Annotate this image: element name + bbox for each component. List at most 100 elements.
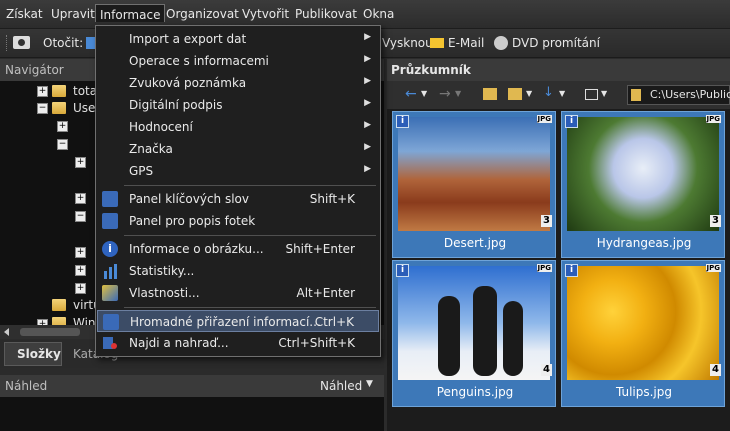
description-icon — [102, 213, 118, 229]
menu-item-import-export[interactable]: Import a export dat ▶ — [97, 28, 379, 50]
toolbar-grip — [6, 35, 9, 51]
back-dropdown-icon[interactable]: ▼ — [421, 89, 427, 98]
info-icon: i — [565, 264, 578, 277]
path-field[interactable]: C:\Users\Public\P — [627, 85, 730, 105]
submenu-arrow-icon: ▶ — [364, 142, 371, 152]
thumbnail-name: Desert.jpg — [443, 236, 507, 250]
menu-vytvorit[interactable]: Vytvořit — [242, 7, 289, 21]
tulips-image — [567, 266, 719, 380]
thumbnail-name: Penguins.jpg — [436, 385, 514, 399]
keywords-icon — [102, 191, 118, 207]
explorer-header: Průzkumník — [387, 59, 730, 81]
submenu-arrow-icon: ▶ — [364, 98, 371, 108]
thumbnail-grid: i JPG 3 Desert.jpg i JPG 3 Hydrangeas.jp… — [387, 109, 730, 431]
collapse-icon[interactable]: − — [75, 211, 86, 222]
folder-icon — [631, 89, 641, 101]
menu-item-batch-assign[interactable]: Hromadné přiřazení informací... Ctrl+K — [97, 310, 379, 332]
favorites-dropdown-icon[interactable]: ▼ — [526, 89, 532, 98]
back-arrow-icon[interactable]: ← — [405, 86, 417, 102]
thumbnail-name: Tulips.jpg — [615, 385, 673, 399]
submenu-arrow-icon: ▶ — [364, 54, 371, 64]
forward-dropdown-icon[interactable]: ▼ — [455, 89, 461, 98]
thumbnail-hydrangeas[interactable]: i JPG 3 Hydrangeas.jpg — [561, 111, 725, 258]
explorer-title: Průzkumník — [391, 63, 471, 77]
expand-icon[interactable]: + — [75, 283, 86, 294]
thumbnail-desert[interactable]: i JPG 3 Desert.jpg — [392, 111, 556, 258]
menu-okna[interactable]: Okna — [363, 7, 394, 21]
menu-organizovat[interactable]: Organizovat — [166, 7, 239, 21]
batch-info-icon — [103, 314, 119, 330]
collapse-icon[interactable]: − — [37, 103, 48, 114]
submenu-arrow-icon: ▶ — [364, 120, 371, 130]
menu-item-statistics[interactable]: Statistiky... — [97, 260, 379, 282]
jpg-badge: JPG — [705, 264, 721, 272]
menu-upravit[interactable]: Upravit — [51, 7, 95, 21]
menu-item-hodnoceni[interactable]: Hodnocení ▶ — [97, 116, 379, 138]
info-icon: i — [102, 241, 118, 257]
count-badge: 3 — [710, 215, 721, 227]
menu-publikovat[interactable]: Publikovat — [295, 7, 357, 21]
favorite-folder-icon[interactable] — [508, 88, 522, 100]
penguins-image — [398, 266, 550, 380]
email-button[interactable]: E-Mail — [448, 36, 484, 50]
explorer-toolbar: ← ▼ → ▼ ▼ ↓ ▼ ▼ C:\Users\Public\P — [387, 81, 730, 109]
menu-separator — [124, 185, 376, 186]
menu-item-podpis[interactable]: Digitální podpis ▶ — [97, 94, 379, 116]
menu-item-operace[interactable]: Operace s informacemi ▶ — [97, 50, 379, 72]
desert-image — [398, 117, 550, 231]
preview-title: Náhled — [5, 379, 48, 393]
preview-pane — [0, 397, 384, 431]
menu-item-properties[interactable]: Vlastnosti... Alt+Enter — [97, 282, 379, 304]
forward-arrow-icon[interactable]: → — [439, 86, 451, 102]
camera-icon[interactable] — [13, 36, 30, 49]
tab-slozky[interactable]: Složky — [4, 342, 62, 366]
scroll-left-icon[interactable] — [4, 328, 9, 336]
navigator-title: Navigátor — [5, 63, 64, 77]
collapse-icon[interactable]: − — [57, 139, 68, 150]
hydrangeas-image — [567, 117, 719, 231]
expand-icon[interactable]: + — [57, 121, 68, 132]
thumbnail-tulips[interactable]: i JPG 4 Tulips.jpg — [561, 260, 725, 407]
menu-separator — [124, 235, 376, 236]
scroll-thumb[interactable] — [20, 328, 80, 336]
count-badge: 4 — [541, 364, 552, 376]
informace-menu: Import a export dat ▶ Operace s informac… — [95, 25, 381, 357]
preview-header: Náhled Náhled ▼ — [0, 375, 384, 397]
tree-item-tota[interactable]: tota — [73, 84, 97, 100]
menu-item-keywords-panel[interactable]: Panel klíčových slov Shift+K — [97, 188, 379, 210]
jpg-badge: JPG — [536, 115, 552, 123]
expand-icon[interactable]: + — [37, 86, 48, 97]
dvd-icon — [494, 36, 508, 50]
expand-icon[interactable]: + — [75, 193, 86, 204]
view-mode-icon[interactable] — [585, 89, 598, 100]
dvd-button[interactable]: DVD promítání — [512, 36, 600, 50]
sort-icon[interactable]: ↓ — [543, 85, 554, 100]
menu-separator — [124, 307, 376, 308]
menu-ziskat[interactable]: Získat — [6, 7, 43, 21]
sort-dropdown-icon[interactable]: ▼ — [559, 89, 565, 98]
folder-icon — [52, 299, 66, 311]
menu-informace[interactable]: Informace — [95, 4, 166, 22]
jpg-badge: JPG — [536, 264, 552, 272]
menu-item-zvukova[interactable]: Zvuková poznámka ▶ — [97, 72, 379, 94]
rotate-icon[interactable] — [86, 37, 95, 49]
thumbnail-penguins[interactable]: i JPG 4 Penguins.jpg — [392, 260, 556, 407]
submenu-arrow-icon: ▶ — [364, 32, 371, 42]
menu-item-image-info[interactable]: i Informace o obrázku... Shift+Enter — [97, 238, 379, 260]
menu-item-description-panel[interactable]: Panel pro popis fotek — [97, 210, 379, 232]
chevron-down-icon[interactable]: ▼ — [366, 379, 373, 389]
menu-item-gps[interactable]: GPS ▶ — [97, 160, 379, 182]
expand-icon[interactable]: + — [75, 247, 86, 258]
expand-icon[interactable]: + — [75, 157, 86, 168]
menu-item-find-replace[interactable]: Najdi a nahraď... Ctrl+Shift+K — [97, 332, 379, 354]
folder-icon — [52, 102, 66, 114]
preview-dropdown[interactable]: Náhled — [320, 379, 362, 393]
view-dropdown-icon[interactable]: ▼ — [601, 89, 607, 98]
properties-icon — [102, 285, 118, 301]
expand-icon[interactable]: + — [75, 265, 86, 276]
up-folder-icon[interactable] — [483, 88, 497, 100]
jpg-badge: JPG — [705, 115, 721, 123]
menu-item-znacka[interactable]: Značka ▶ — [97, 138, 379, 160]
thumbnail-name: Hydrangeas.jpg — [596, 236, 692, 250]
info-icon: i — [396, 115, 409, 128]
